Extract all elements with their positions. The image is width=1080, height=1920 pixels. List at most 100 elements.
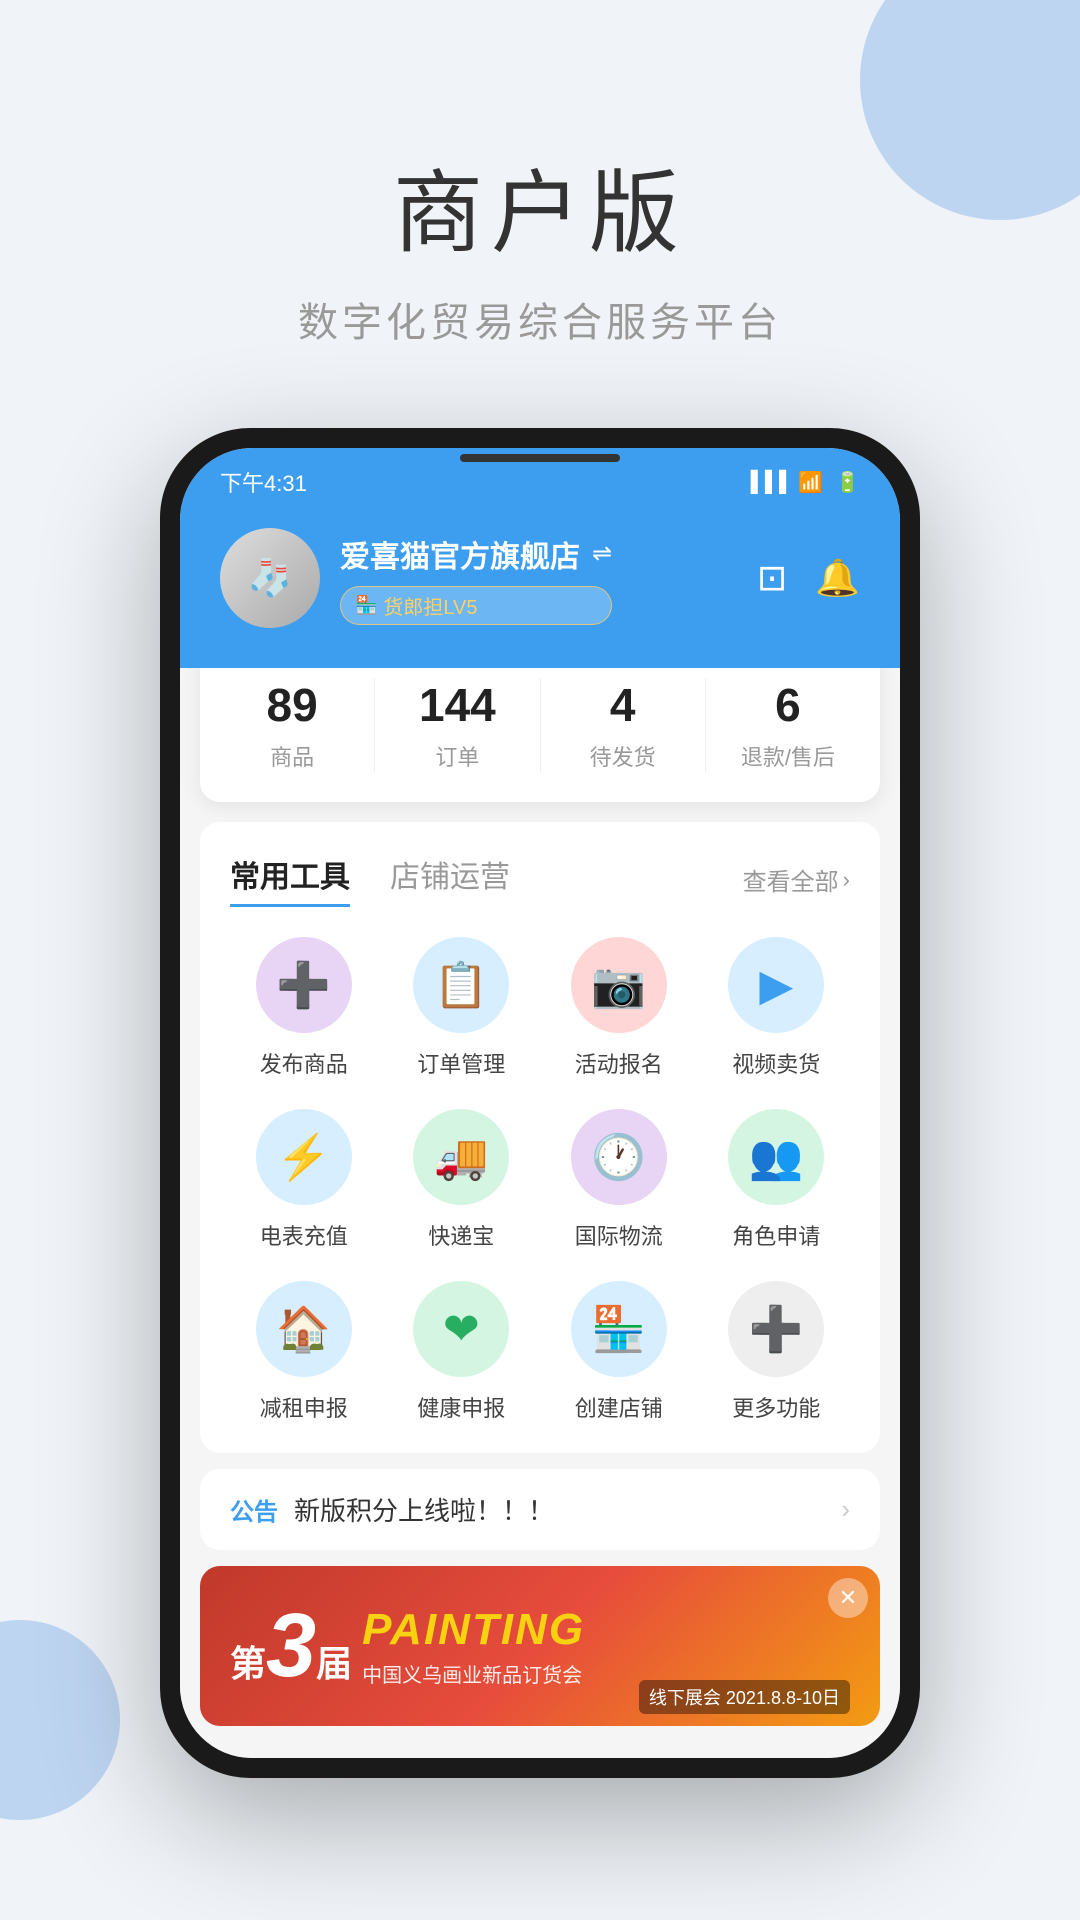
more-features-label: 更多功能 xyxy=(732,1391,820,1423)
view-all-arrow-icon: › xyxy=(843,867,850,893)
tool-publish-product[interactable]: ➕ 发布商品 xyxy=(230,937,378,1079)
tools-section: 常用工具 店铺运营 查看全部 › ➕ 发布商品 xyxy=(200,822,880,1453)
banner-subtitle: 中国义乌画业新品订货会 xyxy=(362,1659,585,1688)
stat-orders[interactable]: 144 订单 xyxy=(385,678,529,772)
profile-info: 爱喜猫官方旗舰店 ⇌ 🏪 货郎担LV5 xyxy=(340,532,612,625)
stat-divider-2 xyxy=(540,678,541,772)
stats-card: 89 商品 144 订单 4 待发货 6 xyxy=(200,668,880,802)
level-badge: 🏪 货郎担LV5 xyxy=(340,586,612,625)
tool-activity-signup[interactable]: 📷 活动报名 xyxy=(545,937,693,1079)
tool-role-application[interactable]: 👥 角色申请 xyxy=(703,1109,851,1251)
health-declaration-icon: ❤ xyxy=(413,1281,509,1377)
stat-refund[interactable]: 6 退款/售后 xyxy=(716,678,860,772)
view-all-button[interactable]: 查看全部 › xyxy=(743,862,850,897)
wifi-icon: 📶 xyxy=(798,470,823,495)
profile-row: 🧦 爱喜猫官方旗舰店 ⇌ 🏪 货郎担LV5 xyxy=(220,528,860,628)
promo-banner[interactable]: 第 3 届 PAINTING 中国义乌画业新品订货会 ✕ 线下展会 2021.8… xyxy=(200,1566,880,1726)
stat-refund-label: 退款/售后 xyxy=(716,740,860,772)
activity-signup-label: 活动报名 xyxy=(575,1047,663,1079)
banner-number: 3 xyxy=(266,1601,316,1691)
stat-goods[interactable]: 89 商品 xyxy=(220,678,364,772)
avatar[interactable]: 🧦 xyxy=(220,528,320,628)
banner-title-block: 第 3 届 xyxy=(230,1601,352,1691)
tool-express-treasure[interactable]: 🚚 快递宝 xyxy=(388,1109,536,1251)
tool-health-declaration[interactable]: ❤ 健康申报 xyxy=(388,1281,536,1423)
badge-icon: 🏪 xyxy=(355,595,377,616)
tool-more-features[interactable]: ➕ 更多功能 xyxy=(703,1281,851,1423)
tool-rent-reduction[interactable]: 🏠 减租申报 xyxy=(230,1281,378,1423)
health-declaration-label: 健康申报 xyxy=(417,1391,505,1423)
stat-orders-label: 订单 xyxy=(385,740,529,772)
international-logistics-label: 国际物流 xyxy=(575,1219,663,1251)
stat-orders-number: 144 xyxy=(385,678,529,732)
electric-recharge-icon: ⚡ xyxy=(256,1109,352,1205)
tool-electric-recharge[interactable]: ⚡ 电表充值 xyxy=(230,1109,378,1251)
rent-reduction-icon: 🏠 xyxy=(256,1281,352,1377)
create-store-label: 创建店铺 xyxy=(575,1391,663,1423)
announcement-text: 新版积分上线啦！！！ xyxy=(294,1491,825,1528)
store-name: 爱喜猫官方旗舰店 xyxy=(340,532,580,576)
banner-prefix: 第 xyxy=(230,1635,266,1687)
tab-store-operations[interactable]: 店铺运营 xyxy=(390,852,510,907)
phone-scroll: 89 商品 144 订单 4 待发货 6 xyxy=(180,668,900,1758)
scan-button[interactable]: ⊡ xyxy=(757,557,787,599)
profile-left: 🧦 爱喜猫官方旗舰店 ⇌ 🏪 货郎担LV5 xyxy=(220,528,612,628)
badge-label: 货郎担LV5 xyxy=(383,591,477,620)
video-selling-label: 视频卖货 xyxy=(732,1047,820,1079)
signal-icon: ▐▐▐ xyxy=(744,471,787,494)
battery-icon: 🔋 xyxy=(835,470,860,495)
stat-refund-number: 6 xyxy=(716,678,860,732)
announcement-arrow-icon: › xyxy=(841,1494,850,1525)
stat-pending[interactable]: 4 待发货 xyxy=(551,678,695,772)
rent-reduction-label: 减租申报 xyxy=(260,1391,348,1423)
express-treasure-icon: 🚚 xyxy=(413,1109,509,1205)
tab-common-tools[interactable]: 常用工具 xyxy=(230,852,350,907)
tool-create-store[interactable]: 🏪 创建店铺 xyxy=(545,1281,693,1423)
stat-divider-1 xyxy=(374,678,375,772)
stat-goods-number: 89 xyxy=(220,678,364,732)
stat-divider-3 xyxy=(705,678,706,772)
app-top-bar: 🧦 爱喜猫官方旗舰店 ⇌ 🏪 货郎担LV5 xyxy=(180,508,900,668)
status-time: 下午4:31 xyxy=(220,466,307,498)
switch-icon[interactable]: ⇌ xyxy=(592,539,612,568)
banner-content: 第 3 届 PAINTING 中国义乌画业新品订货会 xyxy=(200,1601,880,1691)
phone-mockup: 下午4:31 ▐▐▐ 📶 🔋 🧦 爱喜猫官方旗舰店 ⇌ xyxy=(160,428,920,1778)
electric-recharge-label: 电表充值 xyxy=(260,1219,348,1251)
international-logistics-icon: 🕐 xyxy=(571,1109,667,1205)
role-application-label: 角色申请 xyxy=(732,1219,820,1251)
banner-date: 线下展会 2021.8.8-10日 xyxy=(639,1680,850,1714)
stat-pending-number: 4 xyxy=(551,678,695,732)
tool-video-selling[interactable]: ▶ 视频卖货 xyxy=(703,937,851,1079)
publish-product-icon: ➕ xyxy=(256,937,352,1033)
express-treasure-label: 快递宝 xyxy=(428,1219,494,1251)
more-features-icon: ➕ xyxy=(728,1281,824,1377)
phone-notch xyxy=(460,454,620,462)
store-name-row: 爱喜猫官方旗舰店 ⇌ xyxy=(340,532,612,576)
activity-signup-icon: 📷 xyxy=(571,937,667,1033)
tool-order-management[interactable]: 📋 订单管理 xyxy=(388,937,536,1079)
announcement-bar[interactable]: 公告 新版积分上线啦！！！ › xyxy=(200,1469,880,1550)
tools-tabs-row: 常用工具 店铺运营 查看全部 › xyxy=(230,852,850,907)
tool-international-logistics[interactable]: 🕐 国际物流 xyxy=(545,1109,693,1251)
header-actions: ⊡ 🔔 xyxy=(757,557,860,599)
banner-text-block: PAINTING 中国义乌画业新品订货会 xyxy=(362,1605,585,1688)
notification-button[interactable]: 🔔 xyxy=(815,557,860,599)
order-management-icon: 📋 xyxy=(413,937,509,1033)
close-icon: ✕ xyxy=(839,1585,857,1611)
phone-screen: 下午4:31 ▐▐▐ 📶 🔋 🧦 爱喜猫官方旗舰店 ⇌ xyxy=(180,448,900,1758)
create-store-icon: 🏪 xyxy=(571,1281,667,1377)
tool-grid: ➕ 发布商品 📋 订单管理 📷 活动报名 ▶ xyxy=(230,937,850,1423)
order-management-label: 订单管理 xyxy=(417,1047,505,1079)
banner-painting-label: PAINTING xyxy=(362,1605,585,1655)
phone-wrapper: 下午4:31 ▐▐▐ 📶 🔋 🧦 爱喜猫官方旗舰店 ⇌ xyxy=(0,408,1080,1778)
video-selling-icon: ▶ xyxy=(728,937,824,1033)
tools-tabs: 常用工具 店铺运营 xyxy=(230,852,510,907)
announcement-tag: 公告 xyxy=(230,1492,278,1527)
view-all-label: 查看全部 xyxy=(743,862,839,897)
banner-jie: 届 xyxy=(316,1635,352,1687)
publish-product-label: 发布商品 xyxy=(260,1047,348,1079)
banner-close-button[interactable]: ✕ xyxy=(828,1578,868,1618)
app-subtitle: 数字化贸易综合服务平台 xyxy=(0,290,1080,348)
stat-goods-label: 商品 xyxy=(220,740,364,772)
stat-pending-label: 待发货 xyxy=(551,740,695,772)
